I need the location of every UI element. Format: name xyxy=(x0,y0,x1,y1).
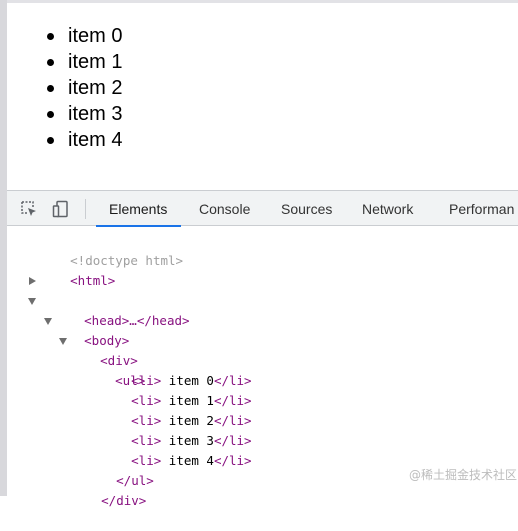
list-item-label: item 4 xyxy=(68,129,123,151)
watermark: @稀土掘金技术社区 xyxy=(409,468,518,482)
bullet-icon xyxy=(47,59,54,66)
dom-node-body[interactable]: <body> xyxy=(25,291,129,348)
tab-performance[interactable]: Performan xyxy=(449,191,514,226)
bullet-icon xyxy=(47,137,54,144)
dom-node-li[interactable]: <li> item 1</li> xyxy=(86,371,251,408)
collapse-arrow-icon[interactable] xyxy=(28,298,36,305)
dom-node-div-close[interactable]: </div> xyxy=(56,471,146,508)
list-item: item 3 xyxy=(47,101,122,127)
dom-node-head[interactable]: <head>…</head> xyxy=(25,271,190,328)
list-item: item 4 xyxy=(47,127,122,153)
tab-sources[interactable]: Sources xyxy=(281,191,332,226)
dom-node-li[interactable]: <li> item 2</li> xyxy=(86,391,251,428)
dom-tree: <!doctype html> <html> <head>…</head> <b… xyxy=(7,227,518,508)
list-item-label: item 0 xyxy=(68,25,123,47)
tab-elements[interactable]: Elements xyxy=(95,191,182,227)
dom-node-div[interactable]: <div> xyxy=(41,311,138,368)
list-item-label: item 3 xyxy=(68,103,123,125)
item-list: item 0 item 1 item 2 item 3 item 4 xyxy=(47,23,122,153)
li-text: item 4 xyxy=(161,453,214,468)
bullet-icon xyxy=(47,111,54,118)
device-toolbar-icon[interactable] xyxy=(52,200,70,218)
bullet-icon xyxy=(47,85,54,92)
dom-node-li[interactable]: <li> item 4</li> xyxy=(86,431,251,468)
dom-node-html[interactable]: <html> xyxy=(25,251,115,288)
devtools-toolbar: Elements Console Sources Network Perform… xyxy=(7,190,518,227)
list-item: item 2 xyxy=(47,75,122,101)
li-close-tag: </li> xyxy=(213,453,252,468)
tab-network[interactable]: Network xyxy=(362,191,413,226)
tab-console[interactable]: Console xyxy=(199,191,250,226)
dom-node-ul-close[interactable]: </ul> xyxy=(71,451,154,488)
list-item-label: item 2 xyxy=(68,77,123,99)
window-left-border xyxy=(0,0,7,496)
list-item: item 1 xyxy=(47,49,122,75)
collapse-arrow-icon[interactable] xyxy=(44,318,52,325)
inspect-element-icon[interactable] xyxy=(20,200,38,218)
bullet-icon xyxy=(47,33,54,40)
rendered-page: item 0 item 1 item 2 item 3 item 4 xyxy=(7,3,518,190)
collapse-arrow-icon[interactable] xyxy=(59,338,67,345)
div-close-tag: </div> xyxy=(101,493,147,508)
list-item: item 0 xyxy=(47,23,122,49)
devtools-panel: Elements Console Sources Network Perform… xyxy=(7,190,518,508)
list-item-label: item 1 xyxy=(68,51,123,73)
dom-node-ul[interactable]: <ul> xyxy=(56,331,145,388)
toolbar-separator xyxy=(85,199,86,219)
expand-arrow-icon[interactable] xyxy=(29,277,36,285)
dom-node-doctype[interactable]: <!doctype html> xyxy=(25,231,183,268)
dom-node-li[interactable]: <li> item 0</li> xyxy=(86,351,251,388)
dom-node-li[interactable]: <li> item 3</li> xyxy=(86,411,251,448)
